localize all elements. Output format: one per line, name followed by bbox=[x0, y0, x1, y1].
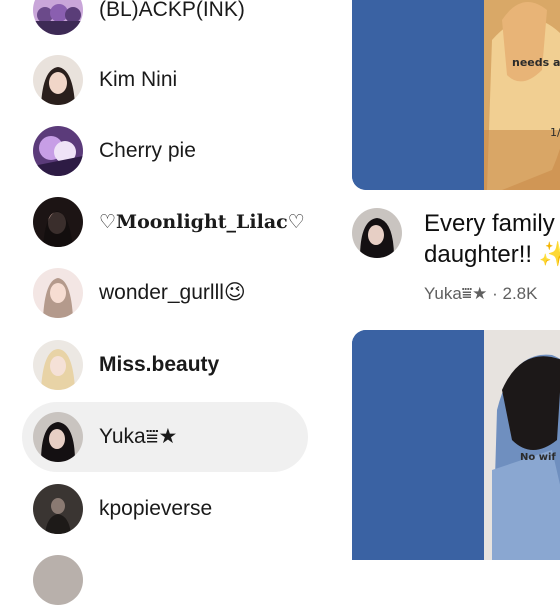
channel-avatar bbox=[33, 197, 83, 247]
channel-item-moonlight-lilac[interactable]: ♡Moonlight_Lilac♡ bbox=[22, 187, 308, 257]
channel-name: wonder_gurlll😉 bbox=[99, 281, 246, 304]
channel-avatar bbox=[33, 268, 83, 318]
channel-name: kpopieverse bbox=[99, 497, 213, 520]
channel-name: Kim Nini bbox=[99, 68, 178, 91]
channel-item-kim-nini[interactable]: Kim Nini bbox=[22, 45, 308, 115]
channel-avatar bbox=[33, 412, 83, 462]
video-subtitle: Yuka⩸★ · 2.8K bbox=[424, 284, 538, 303]
channel-avatar bbox=[33, 555, 83, 605]
channel-name: (BL)ACKP(INK) bbox=[99, 0, 245, 21]
channel-avatar bbox=[33, 55, 83, 105]
channel-avatar bbox=[33, 484, 83, 534]
subscriptions-sidebar: (BL)ACKP(INK) Kim Nini Cherry pie ♡Moonl… bbox=[0, 0, 330, 605]
video-meta: Every family daughter!! ✨ Yuka⩸★ · 2.8K bbox=[352, 200, 560, 315]
channel-avatar bbox=[33, 340, 83, 390]
channel-avatar[interactable] bbox=[352, 208, 402, 258]
video-thumbnail[interactable]: No wif bbox=[352, 330, 560, 560]
channel-name: ♡Moonlight_Lilac♡ bbox=[99, 211, 305, 233]
video-title[interactable]: Every family daughter!! ✨ bbox=[424, 208, 560, 270]
channel-item-partial[interactable] bbox=[22, 545, 308, 615]
channel-item-kpopieverse[interactable]: kpopieverse bbox=[22, 474, 308, 544]
video-thumbnail[interactable]: needs a 1/ bbox=[352, 0, 560, 190]
channel-item-miss-beauty[interactable]: Miss.beauty bbox=[22, 330, 308, 400]
thumbnail-caption: 1/ bbox=[550, 126, 560, 139]
channel-name: Miss.beauty bbox=[99, 353, 220, 376]
thumbnail-caption: needs a bbox=[512, 56, 560, 69]
channel-item-cherry-pie[interactable]: Cherry pie bbox=[22, 116, 308, 186]
channel-item-wonder-gurlll[interactable]: wonder_gurlll😉 bbox=[22, 258, 308, 328]
channel-item-blackpink[interactable]: (BL)ACKP(INK) bbox=[22, 0, 308, 45]
video-title-line: Every family bbox=[424, 210, 555, 237]
channel-avatar bbox=[33, 0, 83, 35]
video-feed: needs a 1/ Every family daughter!! ✨ Yuk… bbox=[352, 0, 560, 560]
channel-item-yuka[interactable]: Yuka⩸★ bbox=[22, 402, 308, 472]
thumbnail-caption: No wif bbox=[520, 452, 556, 463]
channel-avatar bbox=[33, 126, 83, 176]
video-title-line: daughter!! ✨ bbox=[424, 241, 560, 268]
channel-name: Cherry pie bbox=[99, 139, 196, 162]
channel-name: Yuka⩸★ bbox=[99, 425, 178, 448]
